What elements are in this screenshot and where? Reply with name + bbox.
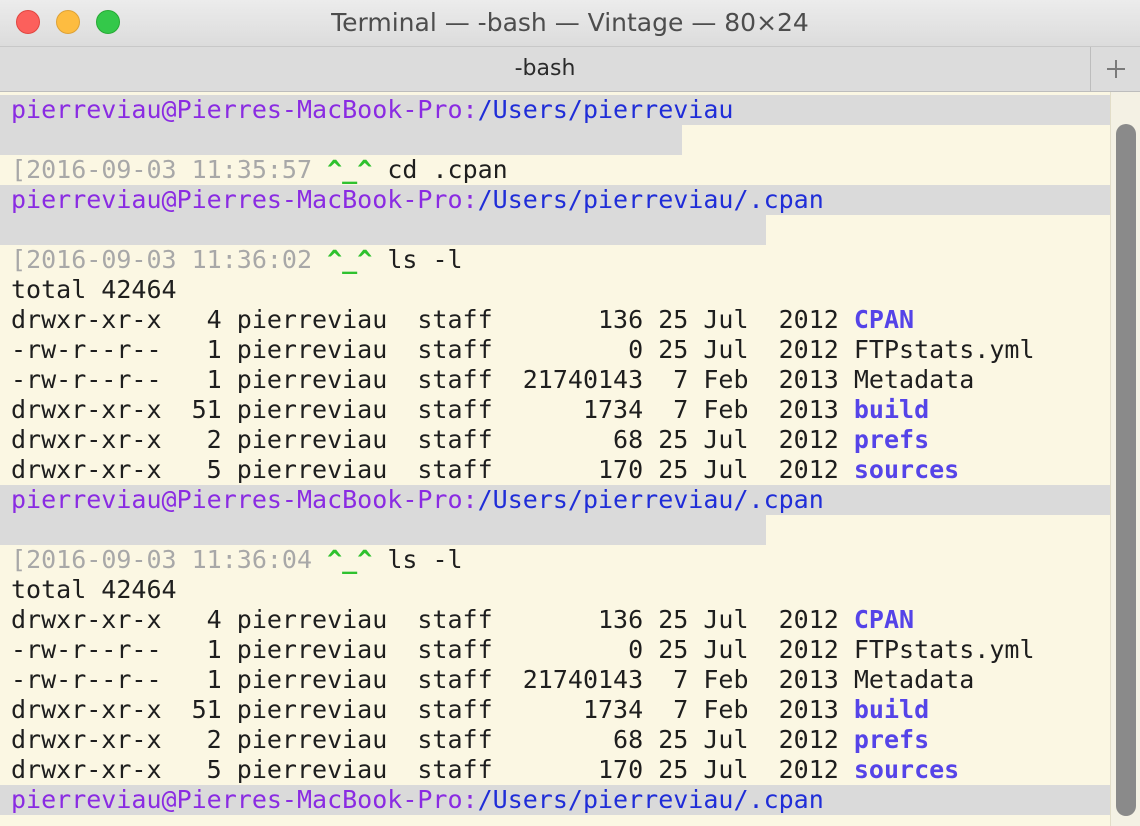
prompt-line: pierreviau@Pierres-MacBook-Pro:/Users/pi… <box>0 485 1110 515</box>
prompt-blank-line <box>0 125 682 155</box>
tab-bar: -bash <box>0 47 1140 92</box>
listing-row: -rw-r--r-- 1 pierreviau staff 21740143 7… <box>0 365 1110 395</box>
listing-row: drwxr-xr-x 51 pierreviau staff 1734 7 Fe… <box>0 695 1110 725</box>
prompt-user: pierreviau@Pierres-MacBook-Pro: <box>11 185 478 214</box>
smile-marker: ^_^ <box>327 545 373 574</box>
tab-bash[interactable]: -bash <box>0 47 1090 91</box>
listing-dir-name: CPAN <box>853 605 915 634</box>
listing-dir-name: build <box>853 695 930 724</box>
listing-meta: drwxr-xr-x 5 pierreviau staff 170 25 Jul… <box>11 455 854 484</box>
prompt-user: pierreviau@Pierres-MacBook-Pro: <box>11 485 478 514</box>
vertical-scrollbar[interactable] <box>1110 92 1140 826</box>
plus-icon <box>1106 60 1125 78</box>
terminal-content[interactable]: pierreviau@Pierres-MacBook-Pro:/Users/pi… <box>0 92 1140 826</box>
listing-meta: drwxr-xr-x 51 pierreviau staff 1734 7 Fe… <box>11 395 854 424</box>
prompt-path: /Users/pierreviau/.cpan <box>477 485 824 514</box>
listing-row: -rw-r--r-- 1 pierreviau staff 21740143 7… <box>0 665 1110 695</box>
prompt-blank-line <box>0 515 766 545</box>
prompt-line: pierreviau@Pierres-MacBook-Pro:/Users/pi… <box>0 95 1110 125</box>
window-title: Terminal — -bash — Vintage — 80×24 <box>331 8 809 37</box>
timestamp-bracket: [ <box>11 545 27 574</box>
listing-total: total 42464 <box>11 575 177 604</box>
listing-row: drwxr-xr-x 2 pierreviau staff 68 25 Jul … <box>0 425 1110 455</box>
prompt-blank-line <box>0 215 766 245</box>
listing-row: -rw-r--r-- 1 pierreviau staff 0 25 Jul 2… <box>0 635 1110 665</box>
listing-meta: -rw-r--r-- 1 pierreviau staff 21740143 7… <box>11 665 854 694</box>
timestamp-bracket: [ <box>11 155 27 184</box>
new-tab-button[interactable] <box>1090 47 1140 91</box>
timestamp-bracket: [ <box>11 245 27 274</box>
listing-meta: -rw-r--r-- 1 pierreviau staff 0 25 Jul 2… <box>11 635 854 664</box>
listing-dir-name: sources <box>853 755 960 784</box>
listing-row: drwxr-xr-x 4 pierreviau staff 136 25 Jul… <box>0 605 1110 635</box>
listing-file-name: Metadata <box>853 365 975 394</box>
listing-row: drwxr-xr-x 2 pierreviau staff 68 25 Jul … <box>0 725 1110 755</box>
listing-dir-name: build <box>853 395 930 424</box>
listing-meta: drwxr-xr-x 51 pierreviau staff 1734 7 Fe… <box>11 695 854 724</box>
terminal-window: Terminal — -bash — Vintage — 80×24 -bash… <box>0 0 1140 826</box>
listing-meta: -rw-r--r-- 1 pierreviau staff 0 25 Jul 2… <box>11 335 854 364</box>
listing-file-name: Metadata <box>853 665 975 694</box>
prompt-user: pierreviau@Pierres-MacBook-Pro: <box>11 785 478 814</box>
prompt-line: pierreviau@Pierres-MacBook-Pro:/Users/pi… <box>0 185 1110 215</box>
listing-meta: drwxr-xr-x 2 pierreviau staff 68 25 Jul … <box>11 425 854 454</box>
listing-file-name: FTPstats.yml <box>853 635 1035 664</box>
prompt-path: /Users/pierreviau/.cpan <box>477 785 824 814</box>
listing-row: drwxr-xr-x 51 pierreviau staff 1734 7 Fe… <box>0 395 1110 425</box>
listing-meta: drwxr-xr-x 4 pierreviau staff 136 25 Jul… <box>11 305 854 334</box>
listing-meta: drwxr-xr-x 2 pierreviau staff 68 25 Jul … <box>11 725 854 754</box>
timestamp: 2016-09-03 11:36:04 <box>26 545 313 574</box>
listing-dir-name: CPAN <box>853 305 915 334</box>
prompt-line: pierreviau@Pierres-MacBook-Pro:/Users/pi… <box>0 785 1110 815</box>
smile-marker: ^_^ <box>327 155 373 184</box>
listing-row: drwxr-xr-x 4 pierreviau staff 136 25 Jul… <box>0 305 1110 335</box>
command-text: ls -l <box>387 545 463 574</box>
prompt-path: /Users/pierreviau/.cpan <box>477 185 824 214</box>
listing-meta: drwxr-xr-x 4 pierreviau staff 136 25 Jul… <box>11 605 854 634</box>
prompt-path: /Users/pierreviau <box>477 95 734 124</box>
listing-row: drwxr-xr-x 5 pierreviau staff 170 25 Jul… <box>0 755 1110 785</box>
timestamp: 2016-09-03 11:36:02 <box>26 245 313 274</box>
command-line: [2016-09-03 11:36:04 ^_^ ls -l <box>0 545 1110 575</box>
title-bar[interactable]: Terminal — -bash — Vintage — 80×24 <box>0 0 1140 47</box>
listing-file-name: FTPstats.yml <box>853 335 1035 364</box>
listing-total: total 42464 <box>11 275 177 304</box>
listing-meta: drwxr-xr-x 5 pierreviau staff 170 25 Jul… <box>11 755 854 784</box>
listing-dir-name: prefs <box>853 725 930 754</box>
listing-row: -rw-r--r-- 1 pierreviau staff 0 25 Jul 2… <box>0 335 1110 365</box>
command-text: ls -l <box>387 245 463 274</box>
listing-row: drwxr-xr-x 5 pierreviau staff 170 25 Jul… <box>0 455 1110 485</box>
timestamp: 2016-09-03 11:35:57 <box>26 155 313 184</box>
command-line: [2016-09-03 11:36:02 ^_^ ls -l <box>0 245 1110 275</box>
listing-meta: -rw-r--r-- 1 pierreviau staff 21740143 7… <box>11 365 854 394</box>
command-text: cd .cpan <box>387 155 508 184</box>
listing-dir-name: sources <box>853 455 960 484</box>
smile-marker: ^_^ <box>327 245 373 274</box>
scrollbar-thumb[interactable] <box>1116 124 1136 816</box>
listing-dir-name: prefs <box>853 425 930 454</box>
prompt-user: pierreviau@Pierres-MacBook-Pro: <box>11 95 478 124</box>
command-line: [2016-09-03 11:35:57 ^_^ cd .cpan <box>0 155 1110 185</box>
